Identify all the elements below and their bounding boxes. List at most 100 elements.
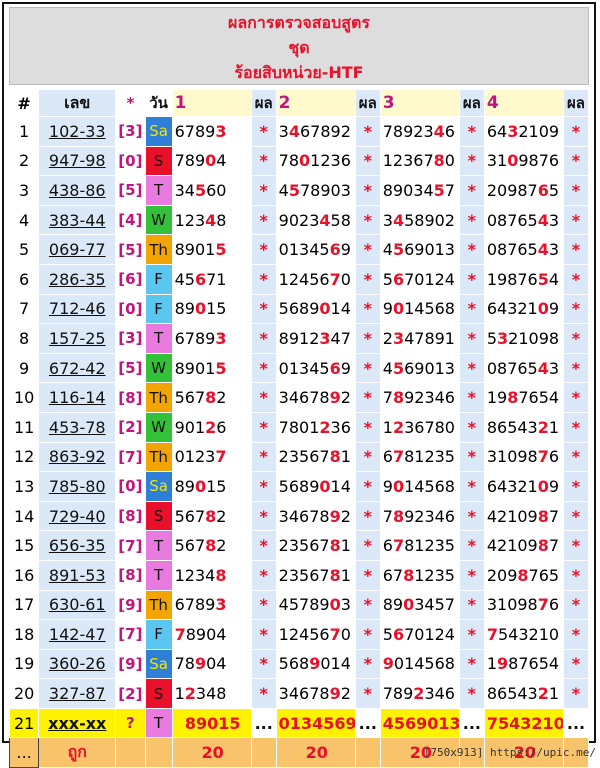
value-highlight-digit: 3 [215, 121, 227, 141]
row-formula-value: 2098765 [483, 559, 564, 591]
value-prefix: 12456 [278, 624, 330, 644]
row-number-link[interactable]: 891-53 [49, 566, 106, 585]
row-result-mark: * [250, 323, 277, 354]
value-suffix: 8 [216, 210, 227, 230]
row-formula-value: 5670124 [379, 619, 460, 650]
value-highlight-digit: 8 [392, 388, 405, 408]
value-prefix: 6789 [174, 595, 216, 615]
row-result-mark: * [354, 382, 381, 413]
value-highlight-digit: 2 [319, 417, 331, 437]
row-number-link[interactable]: 863-92 [49, 447, 106, 466]
row-number-link[interactable]: 438-86 [49, 181, 106, 200]
value-prefix: 5689 [278, 476, 320, 496]
value-suffix: 14568 [404, 299, 455, 319]
row-result-mark: * [250, 500, 277, 532]
value-highlight-digit: 9 [329, 388, 341, 408]
row-formula-value: 8903457 [379, 175, 460, 206]
row-result-mark: * [562, 619, 590, 650]
row-number-link[interactable]: 286-35 [49, 270, 106, 289]
value-highlight-digit: 4 [392, 210, 405, 230]
row-formula-value: 67893 [171, 323, 252, 354]
value-highlight-digit: 6 [392, 624, 405, 644]
col-number-header: เลข [38, 89, 117, 117]
value-prefix: 31 [486, 151, 508, 171]
row-formula-value: 6781235 [379, 441, 460, 473]
value-highlight-digit: 2 [392, 417, 405, 437]
row-bracket-digit: [8] [115, 382, 146, 413]
value-suffix: 92346 [404, 506, 455, 526]
row-formula-value: 3467892 [275, 678, 356, 709]
row-number-link[interactable]: 656-35 [49, 536, 106, 555]
row-number-link[interactable]: 142-47 [49, 625, 106, 644]
row-index: 19 [8, 648, 40, 680]
row-result-mark: * [458, 293, 485, 325]
row-number-link[interactable]: 383-44 [49, 211, 106, 230]
table-row: 20 327-87 [2] S 12348 * 3467892 * 7892346 * 865432… [8, 678, 590, 709]
value-suffix: 7654 [518, 388, 560, 408]
value-prefix: 67 [382, 565, 404, 585]
row-formula-value: 34560 [171, 175, 252, 206]
value-suffix: 92346 [404, 388, 455, 408]
row-index: 15 [8, 530, 40, 561]
row-result-mark: * [562, 471, 590, 502]
row-number-link[interactable]: 157-25 [49, 329, 106, 348]
row-number-cell: 947-98 [38, 145, 117, 177]
row-number-cell: 157-25 [38, 323, 117, 354]
col-result-2-header: ผล [354, 89, 381, 117]
row-number-link[interactable]: 102-33 [49, 122, 106, 141]
value-suffix: 2 [216, 388, 227, 408]
col-star-header: * [115, 89, 146, 117]
summary-empty [354, 737, 381, 768]
value-prefix: 78923 [382, 121, 434, 141]
table-row: 10 116-14 [8] Th 56782 * 3467892 * 7892346 * 19876… [8, 382, 590, 413]
row-result-mark: * [250, 678, 277, 709]
prediction-day-badge: T [144, 707, 173, 739]
row-index: 11 [8, 411, 40, 443]
value-highlight-digit: 0 [392, 476, 405, 496]
value-suffix: 47891 [404, 328, 455, 348]
results-body: 1 102-33 [3] Sa 67893 * 3467892 * 7892346 * 643210… [8, 116, 590, 768]
value-highlight-digit: 9 [309, 654, 321, 674]
row-result-mark: * [458, 678, 485, 709]
value-suffix: 36 [330, 417, 351, 437]
row-result-mark: * [458, 116, 485, 147]
row-formula-value: 0876543 [483, 204, 564, 236]
row-bracket-digit: [7] [115, 530, 146, 561]
row-formula-value: 12348 [171, 678, 252, 709]
row-result-mark: * [354, 116, 381, 147]
col-index-header: # [8, 89, 40, 117]
row-number-link[interactable]: 672-42 [49, 359, 106, 378]
row-result-mark: * [354, 678, 381, 709]
row-day-badge: F [144, 293, 173, 325]
row-number-link[interactable]: 785-80 [49, 477, 106, 496]
row-result-mark: * [458, 589, 485, 621]
value-highlight-digit: 6 [537, 180, 549, 200]
row-formula-value: 4578903 [275, 175, 356, 206]
value-highlight-digit: 6 [392, 269, 405, 289]
row-number-link[interactable]: 453-78 [49, 418, 106, 437]
prediction-value: 0134569 [275, 707, 356, 739]
row-formula-value: 6432109 [483, 116, 564, 147]
row-number-link[interactable]: 360-26 [49, 654, 106, 673]
value-prefix: 78 [174, 654, 195, 674]
value-prefix: 7801 [278, 417, 320, 437]
value-prefix: 34678 [278, 684, 330, 704]
row-number-link[interactable]: 069-77 [49, 240, 106, 259]
row-day-badge: Th [144, 382, 173, 413]
row-day-badge: Sa [144, 471, 173, 502]
row-number-link[interactable]: 729-40 [49, 507, 106, 526]
prediction-value: 7543210 [483, 707, 564, 739]
row-number-link[interactable]: 116-14 [49, 388, 106, 407]
row-number-link[interactable]: 327-87 [49, 684, 106, 703]
row-formula-value: 8903457 [379, 589, 460, 621]
row-result-mark: * [562, 500, 590, 532]
row-formula-value: 0134569 [275, 234, 356, 265]
value-highlight-digit: 5 [392, 240, 405, 260]
value-highlight-digit: 4 [433, 121, 445, 141]
row-number-link[interactable]: 712-46 [49, 299, 106, 318]
prediction-number-link[interactable]: xxx-xx [48, 714, 106, 733]
summary-total: 20 [171, 737, 252, 768]
row-number-link[interactable]: 630-61 [49, 595, 106, 614]
row-number-link[interactable]: 947-98 [49, 151, 106, 170]
value-suffix: 3 [548, 210, 560, 230]
